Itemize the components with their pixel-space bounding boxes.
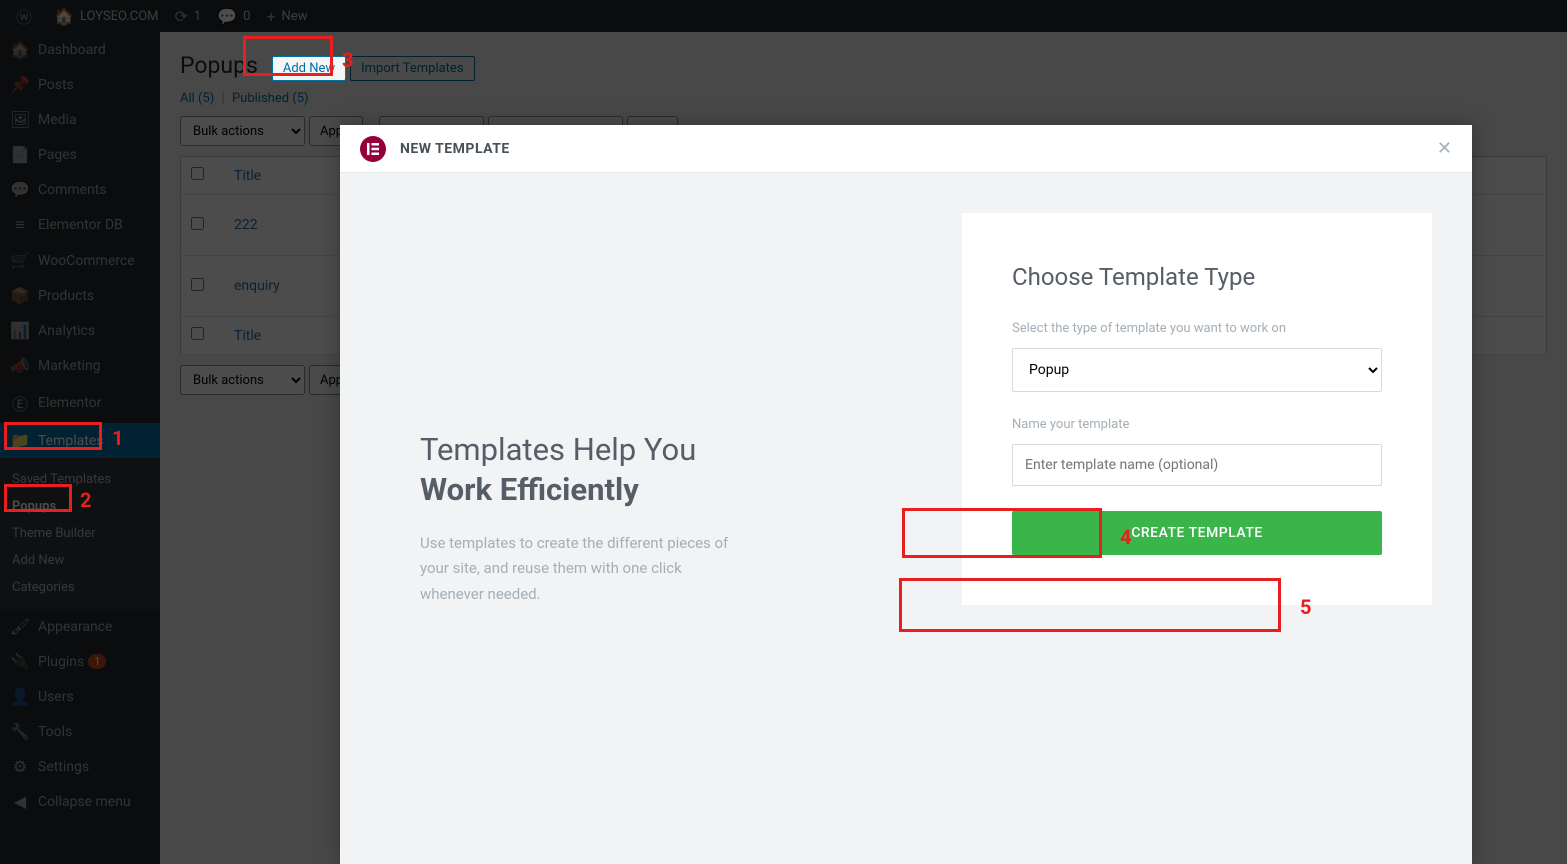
template-type-select[interactable]: Popup xyxy=(1012,348,1382,392)
new-template-modal: NEW TEMPLATE ✕ Templates Help You Work E… xyxy=(340,125,1472,864)
modal-description: Use templates to create the different pi… xyxy=(420,531,740,608)
modal-header: NEW TEMPLATE ✕ xyxy=(340,125,1472,173)
modal-form: Choose Template Type Select the type of … xyxy=(962,213,1432,605)
name-label: Name your template xyxy=(1012,417,1382,432)
modal-info: Templates Help You Work Efficiently Use … xyxy=(340,173,962,864)
modal-heading: Templates Help You Work Efficiently xyxy=(420,430,882,511)
add-new-button[interactable]: Add New xyxy=(272,56,346,81)
type-label: Select the type of template you want to … xyxy=(1012,321,1382,336)
template-name-input[interactable] xyxy=(1012,444,1382,486)
create-template-button[interactable]: CREATE TEMPLATE xyxy=(1012,511,1382,555)
form-heading: Choose Template Type xyxy=(1012,263,1382,291)
elementor-logo-icon xyxy=(360,136,386,162)
modal-title: NEW TEMPLATE xyxy=(400,141,510,157)
close-icon[interactable]: ✕ xyxy=(1437,138,1452,159)
